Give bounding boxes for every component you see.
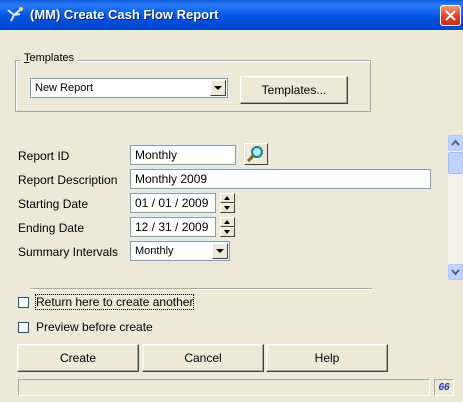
- starting-date-label: Starting Date: [18, 197, 89, 211]
- close-button[interactable]: [440, 5, 461, 26]
- chevron-down-icon[interactable]: [210, 80, 226, 96]
- summary-intervals-select[interactable]: Monthly: [130, 241, 230, 261]
- report-id-label: Report ID: [18, 149, 70, 163]
- template-select-value: New Report: [35, 82, 94, 94]
- starting-date-input[interactable]: 01 / 01 / 2009: [130, 193, 216, 213]
- spin-up-icon[interactable]: [220, 193, 235, 203]
- title-bar: (MM) Create Cash Flow Report: [0, 0, 463, 30]
- chevron-down-icon: [451, 269, 460, 276]
- return-here-label[interactable]: Return here to create another: [34, 294, 195, 310]
- spin-down-icon[interactable]: [220, 227, 235, 237]
- chevron-down-icon[interactable]: [212, 243, 228, 259]
- return-here-checkbox[interactable]: [18, 297, 29, 308]
- form-scrollbar[interactable]: [448, 135, 463, 280]
- scroll-up-button[interactable]: [448, 135, 463, 151]
- scroll-down-button[interactable]: [448, 264, 463, 280]
- summary-intervals-label: Summary Intervals: [18, 245, 119, 259]
- spin-down-icon[interactable]: [220, 203, 235, 213]
- scroll-thumb[interactable]: [448, 152, 463, 174]
- create-button[interactable]: Create: [17, 344, 139, 372]
- report-description-label: Report Description: [18, 173, 118, 187]
- ending-date-input[interactable]: 12 / 31 / 2009: [130, 217, 216, 237]
- cancel-button[interactable]: Cancel: [142, 344, 264, 372]
- binoculars-icon[interactable]: 66: [434, 379, 454, 396]
- close-icon: [445, 10, 456, 21]
- help-button[interactable]: Help: [266, 344, 388, 372]
- app-icon: [7, 7, 23, 22]
- template-select[interactable]: New Report: [30, 78, 228, 98]
- search-button[interactable]: [244, 143, 268, 165]
- spin-up-icon[interactable]: [220, 217, 235, 227]
- templates-button[interactable]: Templates...: [240, 76, 348, 104]
- report-id-input[interactable]: Monthly: [130, 145, 236, 165]
- window-title: (MM) Create Cash Flow Report: [30, 7, 219, 22]
- ending-date-spinner[interactable]: [220, 217, 235, 237]
- starting-date-spinner[interactable]: [220, 193, 235, 213]
- preview-checkbox[interactable]: [18, 322, 29, 333]
- chevron-up-icon: [451, 139, 460, 146]
- report-form: Report ID Monthly Report Description Mon…: [0, 133, 446, 285]
- ending-date-label: Ending Date: [18, 221, 85, 235]
- report-description-input[interactable]: Monthly 2009: [130, 169, 431, 189]
- magnifier-icon: [246, 146, 263, 163]
- summary-intervals-value: Monthly: [135, 245, 174, 257]
- templates-group-label: Templates: [21, 52, 78, 64]
- preview-label[interactable]: Preview before create: [36, 320, 153, 334]
- divider: [30, 288, 372, 290]
- status-bar: [18, 379, 430, 396]
